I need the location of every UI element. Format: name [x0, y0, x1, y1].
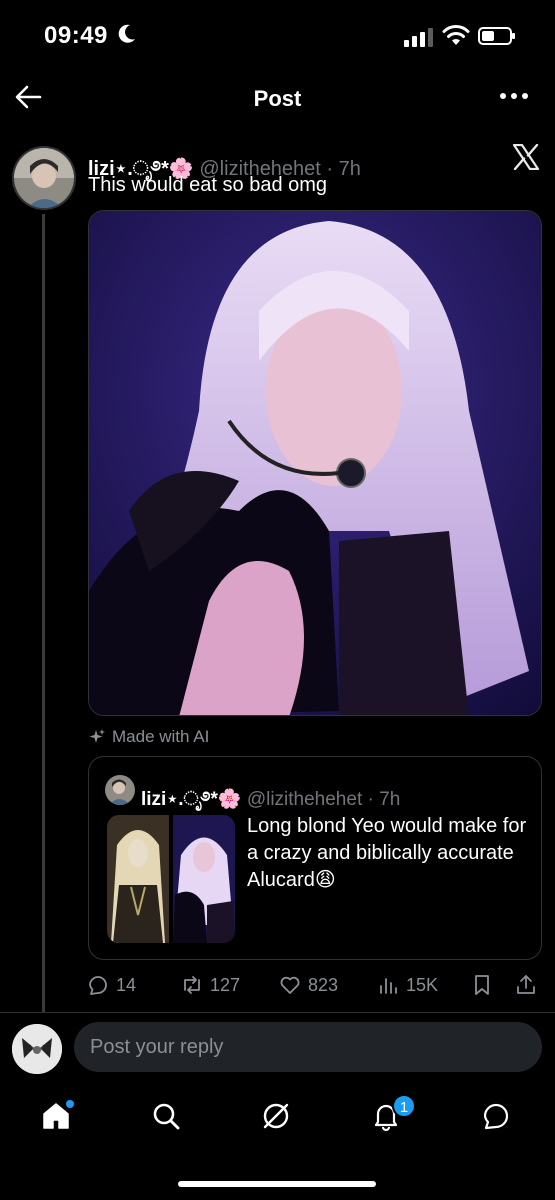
- bookmark-button[interactable]: [470, 970, 500, 1000]
- post-image[interactable]: [88, 210, 542, 716]
- repost-button[interactable]: 127: [180, 970, 240, 1000]
- my-avatar-image: [12, 1024, 62, 1074]
- page-title: Post: [253, 86, 302, 111]
- wifi-icon: [442, 25, 470, 45]
- messages-icon: [483, 1103, 509, 1130]
- grok-icon: [263, 1103, 289, 1129]
- performer-thumbnail: [173, 815, 235, 943]
- x-logo-icon: [512, 144, 540, 170]
- reply-count: 14: [116, 974, 137, 995]
- reply-input[interactable]: [74, 1022, 542, 1072]
- alucard-illustration: [107, 815, 169, 943]
- divider: [0, 1012, 555, 1013]
- status-bar: 09:49: [0, 0, 555, 70]
- bottom-tab-bar: [0, 1088, 555, 1148]
- share-icon: [517, 975, 535, 994]
- repost-icon: [184, 976, 200, 994]
- post-actions: 14 127 823 15K: [86, 970, 546, 1000]
- more-dots-icon[interactable]: [498, 86, 530, 106]
- tab-search[interactable]: [146, 1100, 186, 1136]
- quote-avatar-image: [105, 775, 135, 805]
- post-text: This would eat so bad omg: [88, 174, 328, 196]
- quote-images: [107, 815, 235, 943]
- bookmark-icon: [475, 975, 489, 995]
- repost-count: 127: [210, 974, 241, 995]
- quote-author-name: lizi⋆.ೃ࿔*🌸: [141, 789, 242, 810]
- reply-button[interactable]: 14: [86, 970, 136, 1000]
- post-author-row: lizi⋆.ೃ࿔*🌸 @lizithehehet · 7h: [88, 158, 361, 180]
- made-with-ai-label[interactable]: Made with AI: [88, 726, 209, 748]
- quote-text: Long blond Yeo would make for a crazy an…: [247, 815, 527, 891]
- tab-messages[interactable]: [476, 1100, 516, 1136]
- home-indicator[interactable]: [178, 1181, 376, 1187]
- moon-icon: [118, 24, 135, 43]
- share-button[interactable]: [514, 970, 544, 1000]
- quote-time: 7h: [379, 789, 401, 810]
- heart-icon: [280, 976, 300, 994]
- tab-grok[interactable]: [256, 1100, 296, 1136]
- quote-author-avatar: [105, 775, 135, 805]
- avatar-image: [14, 148, 74, 208]
- like-button[interactable]: 823: [278, 970, 338, 1000]
- quoted-post[interactable]: lizi⋆.ೃ࿔*🌸 @lizithehehet · 7h Long blond…: [88, 756, 542, 960]
- author-avatar[interactable]: [12, 146, 76, 210]
- notifications-badge: 1: [392, 1094, 416, 1118]
- thread-line: [42, 214, 45, 1012]
- home-unread-dot: [66, 1100, 74, 1108]
- status-time: 09:49: [44, 22, 108, 49]
- views-count: 15K: [406, 974, 439, 995]
- views-icon: [380, 978, 397, 994]
- signal-icon: [404, 28, 433, 47]
- post-header: Post: [0, 72, 555, 124]
- search-icon: [153, 1103, 180, 1130]
- post-time: 7h: [338, 158, 361, 180]
- performer-photo: [89, 211, 541, 715]
- battery-icon: [478, 27, 515, 45]
- quote-author-handle: @lizithehehet: [246, 789, 363, 810]
- ai-label-text: Made with AI: [112, 727, 210, 746]
- sparkle-icon: [89, 729, 105, 743]
- my-avatar[interactable]: [12, 1024, 62, 1074]
- reply-icon: [89, 976, 107, 995]
- like-count: 823: [308, 974, 339, 995]
- views-button[interactable]: 15K: [376, 970, 438, 1000]
